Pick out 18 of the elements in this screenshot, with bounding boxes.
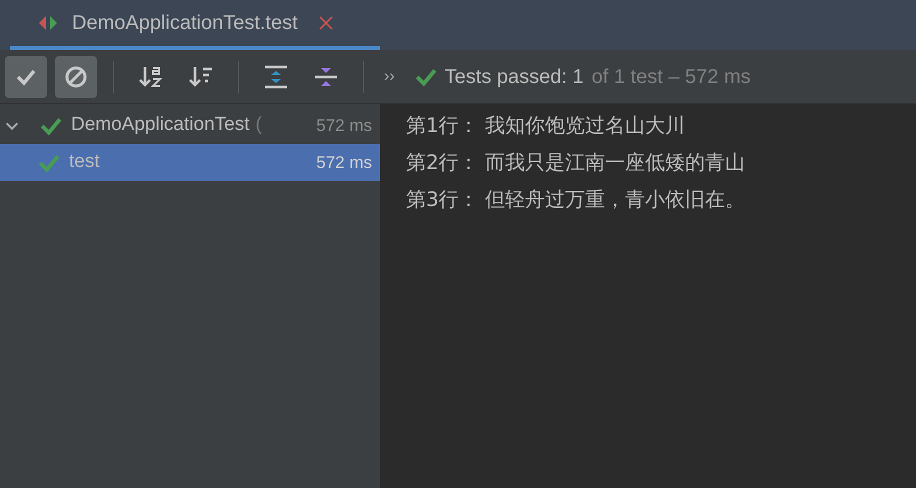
test-duration: 572 ms <box>316 152 372 174</box>
test-name: test <box>69 150 100 174</box>
tree-row[interactable]: test 572 ms <box>0 144 380 181</box>
test-name: DemoApplicationTest <box>71 113 250 138</box>
tab-title: DemoApplicationTest.test <box>72 11 298 36</box>
tree-row[interactable]: DemoApplicationTest ( 572 ms <box>0 107 380 144</box>
status-detail: of 1 test – 572 ms <box>592 64 751 90</box>
expand-all-icon[interactable] <box>263 64 289 90</box>
show-passed-toggle[interactable] <box>5 56 47 98</box>
more-button[interactable]: ›› <box>380 64 399 88</box>
console-line: 第3行： 但轻舟过万重，青小依旧在。 <box>406 186 746 213</box>
test-duration: 572 ms <box>316 114 372 137</box>
prohibited-icon <box>64 64 88 88</box>
show-ignored-toggle[interactable] <box>55 56 97 98</box>
console-line: 第1行： 我知你饱览过名山大川 <box>406 112 686 139</box>
status-summary: Tests passed: 1 <box>444 64 584 90</box>
test-name-cut: ( <box>255 113 262 138</box>
console-line: 第2行： 而我只是江南一座低矮的青山 <box>406 149 746 176</box>
